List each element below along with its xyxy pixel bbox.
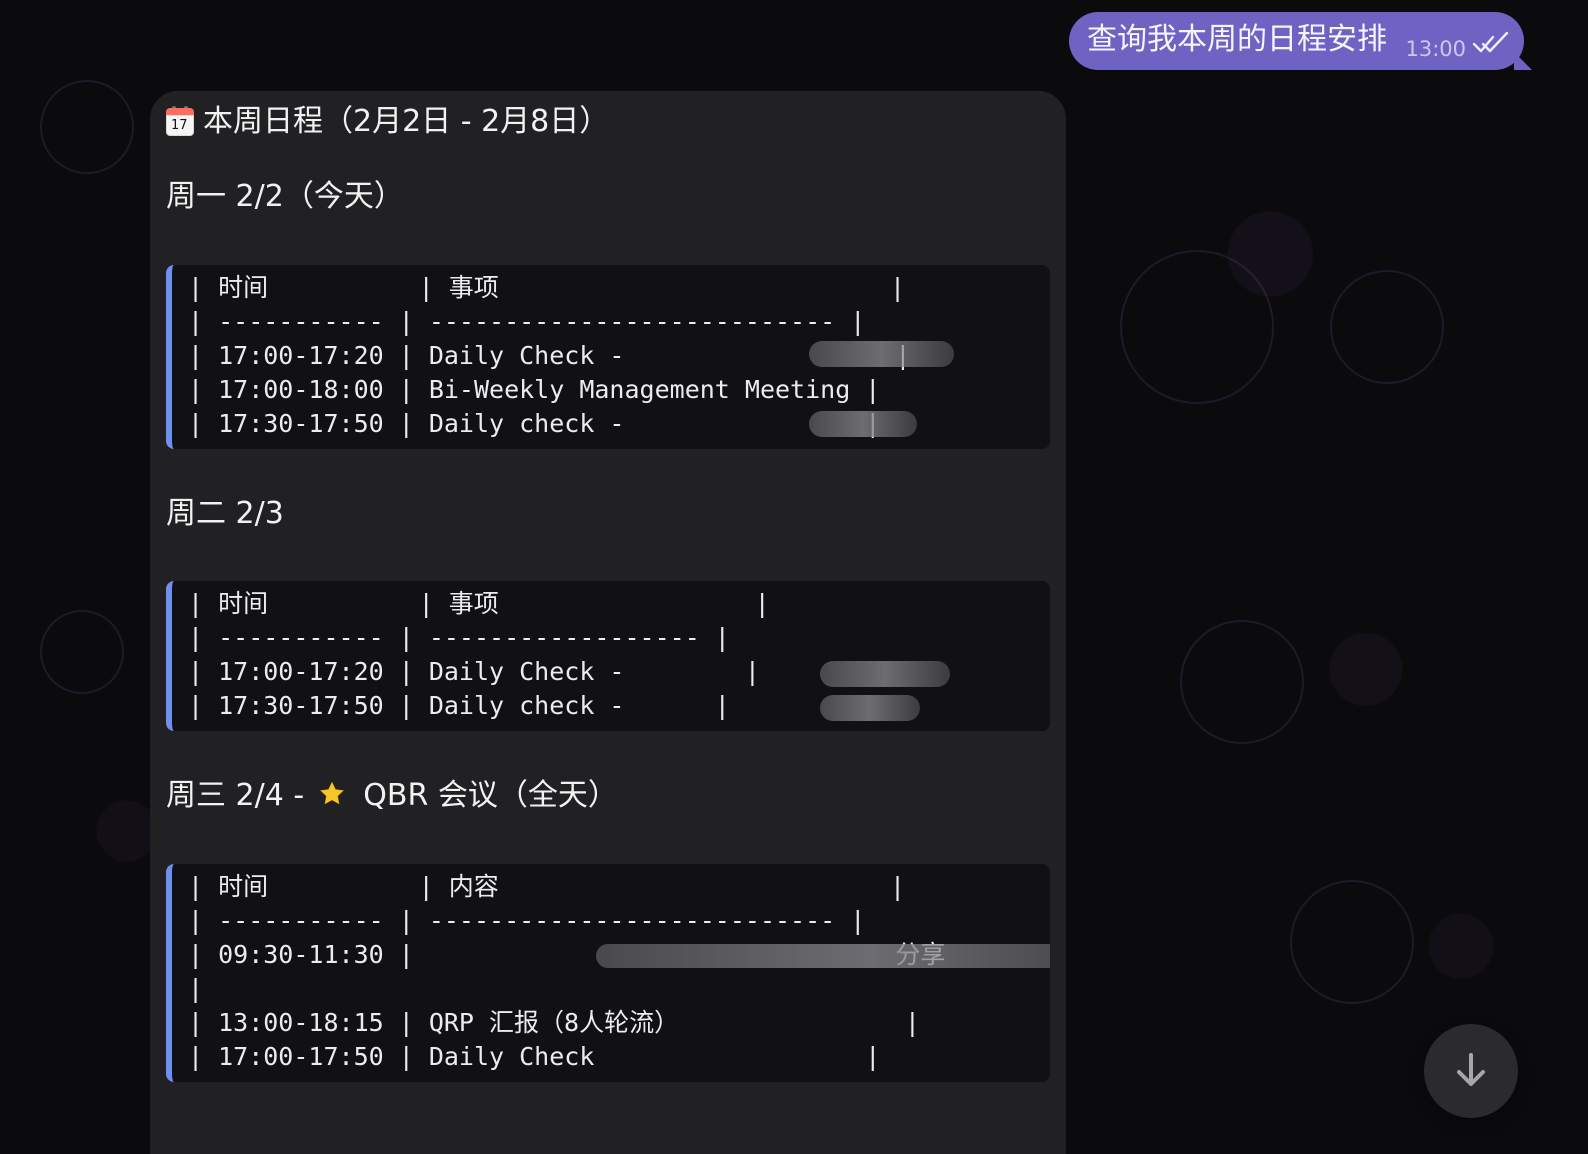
- redacted-text: [809, 341, 954, 367]
- background-doodle: [40, 80, 134, 174]
- monday-line-2: | ----------- | ------------------------…: [188, 307, 866, 336]
- monday-title: 周一 2/2（今天）: [166, 179, 404, 214]
- tuesday-line-3: | 17:00-17:20 | Daily Check - |: [188, 657, 760, 686]
- wednesday-line-1: | 时间 | 内容 |: [188, 872, 906, 901]
- background-doodle: [1180, 620, 1304, 744]
- wednesday-line-5: | 13:00-18:15 | QRP 汇报（8人轮流） |: [188, 1008, 920, 1037]
- wednesday-line-2: | ----------- | ------------------------…: [188, 906, 866, 935]
- message-header: 17 本周日程（2月2日 - 2月8日）: [166, 104, 610, 140]
- redacted-text: [596, 944, 1050, 968]
- redacted-text: [820, 695, 920, 721]
- wednesday-title-suffix: QBR 会议（全天）: [363, 778, 618, 813]
- star-icon: [319, 781, 344, 805]
- double-check-icon: [1472, 31, 1509, 53]
- wednesday-line-4: |: [188, 974, 204, 1003]
- tuesday-line-2: | ----------- | ------------------ |: [188, 623, 730, 652]
- wednesday-line-6: | 17:00-17:50 | Daily Check |: [188, 1042, 881, 1071]
- tuesday-line-4: | 17:30-17:50 | Daily check - |: [188, 691, 730, 720]
- monday-line-5: | 17:30-17:50 | Daily check - |: [188, 409, 881, 438]
- monday-line-1: | 时间 | 事项 |: [188, 273, 906, 302]
- wednesday-title-prefix: 周三 2/4 -: [166, 778, 305, 813]
- monday-line-4: | 17:00-18:00 | Bi-Weekly Management Mee…: [188, 375, 881, 404]
- scroll-down-button[interactable]: [1424, 1024, 1518, 1118]
- redacted-text: [820, 661, 950, 687]
- monday-line-3: | 17:00-17:20 | Daily Check - |: [188, 341, 911, 370]
- schedule-title: 本周日程（2月2日 - 2月8日）: [203, 104, 610, 139]
- wednesday-code-block: | 时间 | 内容 | | ----------- | ------------…: [166, 864, 1050, 1082]
- wednesday-title: 周三 2/4 - QBR 会议（全天）: [166, 778, 618, 814]
- outgoing-message-time: 13:00: [1405, 37, 1466, 61]
- arrow-down-icon: [1457, 1053, 1485, 1086]
- redacted-text: [809, 411, 917, 437]
- outgoing-message-bubble: 查询我本周的日程安排 13:00: [1069, 12, 1524, 70]
- incoming-message-bubble: 17 本周日程（2月2日 - 2月8日） 周一 2/2（今天） | 时间 | 事…: [150, 91, 1066, 1154]
- background-doodle: [40, 610, 124, 694]
- background-doodle: [1330, 270, 1444, 384]
- calendar-icon: 17: [166, 106, 194, 137]
- background-doodle: [1120, 250, 1274, 404]
- tuesday-line-1: | 时间 | 事项 |: [188, 589, 770, 618]
- outgoing-message-text: 查询我本周的日程安排: [1087, 22, 1387, 57]
- monday-code-block: | 时间 | 事项 | | ----------- | ------------…: [166, 265, 1050, 449]
- calendar-number: 17: [171, 118, 188, 134]
- tuesday-code-block: | 时间 | 事项 | | ----------- | ------------…: [166, 581, 1050, 731]
- tuesday-title: 周二 2/3: [166, 496, 284, 531]
- background-doodle: [1290, 880, 1414, 1004]
